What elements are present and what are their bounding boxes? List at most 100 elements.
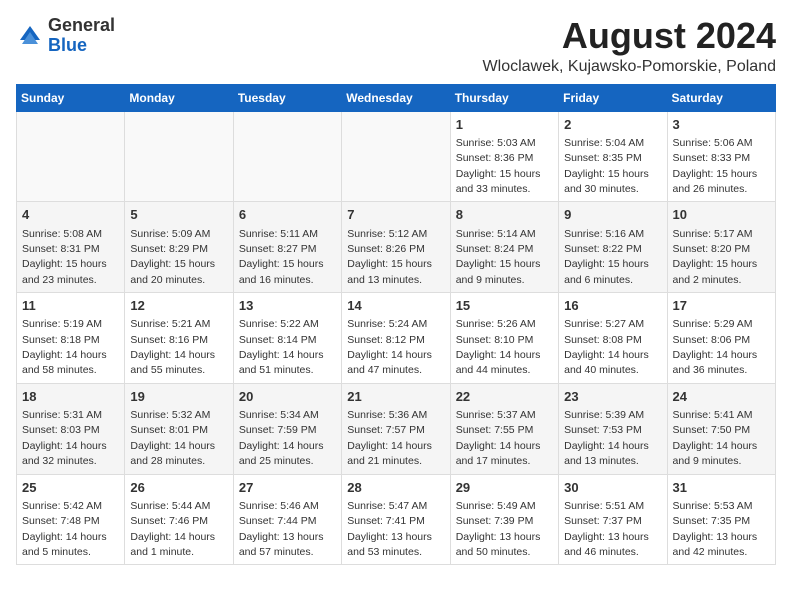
header-day: Monday [125, 84, 233, 111]
day-info: Sunrise: 5:41 AM Sunset: 7:50 PM Dayligh… [673, 409, 758, 467]
day-info: Sunrise: 5:53 AM Sunset: 7:35 PM Dayligh… [673, 500, 758, 558]
day-number: 24 [673, 388, 770, 406]
main-title: August 2024 [483, 16, 776, 56]
calendar-cell [233, 111, 341, 202]
calendar-cell: 17 Sunrise: 5:29 AM Sunset: 8:06 PM Dayli… [667, 293, 775, 384]
day-number: 9 [564, 206, 661, 224]
day-number: 16 [564, 297, 661, 315]
day-number: 4 [22, 206, 119, 224]
day-number: 11 [22, 297, 119, 315]
day-number: 15 [456, 297, 553, 315]
day-info: Sunrise: 5:12 AM Sunset: 8:26 PM Dayligh… [347, 228, 432, 286]
day-number: 18 [22, 388, 119, 406]
calendar-cell: 6Sunrise: 5:11 AM Sunset: 8:27 PM Daylig… [233, 202, 341, 293]
day-number: 21 [347, 388, 444, 406]
calendar-cell [342, 111, 450, 202]
calendar-cell: 8 Sunrise: 5:14 AM Sunset: 8:24 PM Daylig… [450, 202, 558, 293]
day-info: Sunrise: 5:04 AM Sunset: 8:35 PM Dayligh… [564, 137, 649, 195]
calendar-week-row: 18 Sunrise: 5:31 AM Sunset: 8:03 PM Dayli… [17, 383, 776, 474]
day-info: Sunrise: 5:14 AM Sunset: 8:24 PM Dayligh… [456, 228, 541, 286]
calendar-table: SundayMondayTuesdayWednesdayThursdayFrid… [16, 84, 776, 566]
day-info: Sunrise: 5:16 AM Sunset: 8:22 PM Dayligh… [564, 228, 649, 286]
calendar-cell [125, 111, 233, 202]
logo: General Blue [16, 16, 115, 56]
day-info: Sunrise: 5:17 AM Sunset: 8:20 PM Dayligh… [673, 228, 758, 286]
day-number: 30 [564, 479, 661, 497]
day-info: Sunrise: 5:39 AM Sunset: 7:53 PM Dayligh… [564, 409, 649, 467]
day-number: 22 [456, 388, 553, 406]
header-row: SundayMondayTuesdayWednesdayThursdayFrid… [17, 84, 776, 111]
day-number: 25 [22, 479, 119, 497]
day-info: Sunrise: 5:46 AM Sunset: 7:44 PM Dayligh… [239, 500, 324, 558]
header-day: Thursday [450, 84, 558, 111]
calendar-cell [17, 111, 125, 202]
day-info: Sunrise: 5:26 AM Sunset: 8:10 PM Dayligh… [456, 318, 541, 376]
day-number: 27 [239, 479, 336, 497]
calendar-cell: 19Sunrise: 5:32 AM Sunset: 8:01 PM Dayli… [125, 383, 233, 474]
calendar-cell: 11 Sunrise: 5:19 AM Sunset: 8:18 PM Dayli… [17, 293, 125, 384]
day-info: Sunrise: 5:11 AM Sunset: 8:27 PM Dayligh… [239, 228, 324, 286]
day-number: 7 [347, 206, 444, 224]
day-number: 1 [456, 116, 553, 134]
day-info: Sunrise: 5:36 AM Sunset: 7:57 PM Dayligh… [347, 409, 432, 467]
day-info: Sunrise: 5:44 AM Sunset: 7:46 PM Dayligh… [130, 500, 215, 558]
day-number: 20 [239, 388, 336, 406]
day-info: Sunrise: 5:31 AM Sunset: 8:03 PM Dayligh… [22, 409, 107, 467]
calendar-cell: 22 Sunrise: 5:37 AM Sunset: 7:55 PM Dayli… [450, 383, 558, 474]
header-day: Wednesday [342, 84, 450, 111]
calendar-cell: 23Sunrise: 5:39 AM Sunset: 7:53 PM Dayli… [559, 383, 667, 474]
day-number: 14 [347, 297, 444, 315]
calendar-cell: 18 Sunrise: 5:31 AM Sunset: 8:03 PM Dayli… [17, 383, 125, 474]
day-info: Sunrise: 5:37 AM Sunset: 7:55 PM Dayligh… [456, 409, 541, 467]
day-number: 2 [564, 116, 661, 134]
calendar-week-row: 4Sunrise: 5:08 AM Sunset: 8:31 PM Daylig… [17, 202, 776, 293]
calendar-week-row: 1Sunrise: 5:03 AM Sunset: 8:36 PM Daylig… [17, 111, 776, 202]
day-info: Sunrise: 5:19 AM Sunset: 8:18 PM Dayligh… [22, 318, 107, 376]
day-info: Sunrise: 5:34 AM Sunset: 7:59 PM Dayligh… [239, 409, 324, 467]
day-number: 10 [673, 206, 770, 224]
calendar-cell: 30Sunrise: 5:51 AM Sunset: 7:37 PM Dayli… [559, 474, 667, 565]
calendar-cell: 2 Sunrise: 5:04 AM Sunset: 8:35 PM Daylig… [559, 111, 667, 202]
day-number: 28 [347, 479, 444, 497]
day-info: Sunrise: 5:49 AM Sunset: 7:39 PM Dayligh… [456, 500, 541, 558]
calendar-cell: 28 Sunrise: 5:47 AM Sunset: 7:41 PM Dayli… [342, 474, 450, 565]
day-info: Sunrise: 5:09 AM Sunset: 8:29 PM Dayligh… [130, 228, 215, 286]
logo-icon [16, 22, 44, 50]
day-info: Sunrise: 5:24 AM Sunset: 8:12 PM Dayligh… [347, 318, 432, 376]
calendar-cell: 15 Sunrise: 5:26 AM Sunset: 8:10 PM Dayli… [450, 293, 558, 384]
calendar-cell: 24 Sunrise: 5:41 AM Sunset: 7:50 PM Dayli… [667, 383, 775, 474]
day-info: Sunrise: 5:06 AM Sunset: 8:33 PM Dayligh… [673, 137, 758, 195]
day-info: Sunrise: 5:21 AM Sunset: 8:16 PM Dayligh… [130, 318, 215, 376]
header-day: Saturday [667, 84, 775, 111]
calendar-cell: 27 Sunrise: 5:46 AM Sunset: 7:44 PM Dayli… [233, 474, 341, 565]
day-info: Sunrise: 5:29 AM Sunset: 8:06 PM Dayligh… [673, 318, 758, 376]
calendar-cell: 3 Sunrise: 5:06 AM Sunset: 8:33 PM Daylig… [667, 111, 775, 202]
day-number: 13 [239, 297, 336, 315]
calendar-cell: 12 Sunrise: 5:21 AM Sunset: 8:16 PM Dayli… [125, 293, 233, 384]
subtitle: Wloclawek, Kujawsko-Pomorskie, Poland [483, 58, 776, 76]
calendar-cell: 5 Sunrise: 5:09 AM Sunset: 8:29 PM Daylig… [125, 202, 233, 293]
calendar-week-row: 11 Sunrise: 5:19 AM Sunset: 8:18 PM Dayli… [17, 293, 776, 384]
calendar-cell: 10 Sunrise: 5:17 AM Sunset: 8:20 PM Dayli… [667, 202, 775, 293]
day-number: 31 [673, 479, 770, 497]
day-number: 17 [673, 297, 770, 315]
header: General Blue August 2024 Wloclawek, Kuja… [16, 16, 776, 76]
day-number: 19 [130, 388, 227, 406]
calendar-cell: 1Sunrise: 5:03 AM Sunset: 8:36 PM Daylig… [450, 111, 558, 202]
day-number: 26 [130, 479, 227, 497]
header-day: Friday [559, 84, 667, 111]
day-number: 12 [130, 297, 227, 315]
day-info: Sunrise: 5:42 AM Sunset: 7:48 PM Dayligh… [22, 500, 107, 558]
calendar-cell: 16Sunrise: 5:27 AM Sunset: 8:08 PM Dayli… [559, 293, 667, 384]
calendar-cell: 13 Sunrise: 5:22 AM Sunset: 8:14 PM Dayli… [233, 293, 341, 384]
calendar-cell: 29Sunrise: 5:49 AM Sunset: 7:39 PM Dayli… [450, 474, 558, 565]
day-number: 5 [130, 206, 227, 224]
header-day: Tuesday [233, 84, 341, 111]
calendar-cell: 31 Sunrise: 5:53 AM Sunset: 7:35 PM Dayli… [667, 474, 775, 565]
day-number: 3 [673, 116, 770, 134]
day-info: Sunrise: 5:47 AM Sunset: 7:41 PM Dayligh… [347, 500, 432, 558]
logo-text: General Blue [48, 16, 115, 56]
calendar-cell: 14 Sunrise: 5:24 AM Sunset: 8:12 PM Dayli… [342, 293, 450, 384]
day-number: 8 [456, 206, 553, 224]
day-info: Sunrise: 5:22 AM Sunset: 8:14 PM Dayligh… [239, 318, 324, 376]
